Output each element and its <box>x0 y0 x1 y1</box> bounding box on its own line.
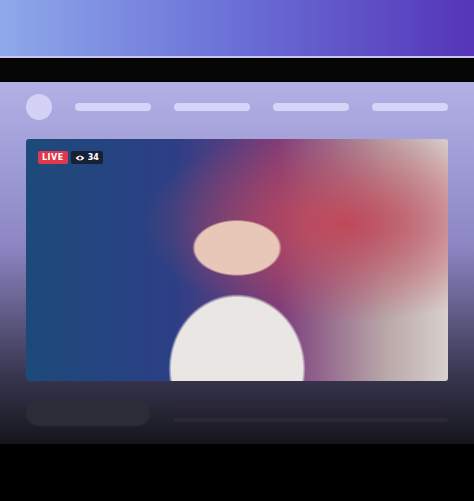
live-video[interactable]: LIVE 34 <box>26 139 448 381</box>
device-bezel <box>0 58 474 82</box>
nav-item-placeholder[interactable] <box>372 103 448 111</box>
live-badge: LIVE <box>38 151 68 164</box>
text-line-placeholder <box>174 418 448 422</box>
device-screen: LIVE 34 <box>0 82 474 444</box>
device-bottom <box>0 444 474 501</box>
stream-badges: LIVE 34 <box>38 151 103 164</box>
gradient-header <box>0 0 474 58</box>
content-placeholder <box>26 400 448 426</box>
avatar-placeholder[interactable] <box>26 94 52 120</box>
viewer-count: 34 <box>71 151 103 164</box>
eye-icon <box>75 154 85 162</box>
video-frame <box>26 139 448 381</box>
promo-illustration: LIVE 34 <box>0 0 474 501</box>
title-placeholder <box>26 400 150 426</box>
nav-item-placeholder[interactable] <box>75 103 151 111</box>
nav-item-placeholder[interactable] <box>174 103 250 111</box>
text-line-placeholder <box>174 404 448 408</box>
nav-item-placeholder[interactable] <box>273 103 349 111</box>
nav-bar <box>26 94 448 120</box>
